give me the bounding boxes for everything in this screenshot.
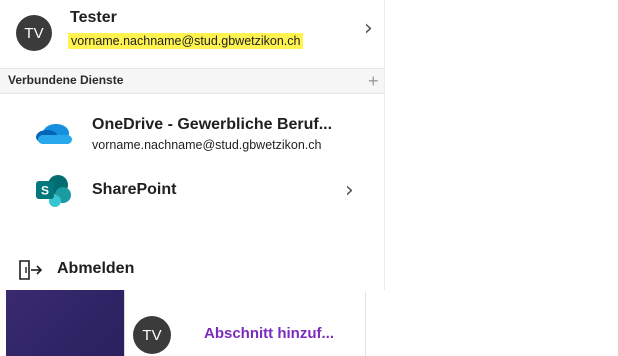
add-service-button[interactable]: + [368, 69, 384, 93]
section-background [6, 290, 124, 356]
service-item-sharepoint[interactable]: S SharePoint › [0, 168, 384, 216]
account-row[interactable]: TV Tester vorname.nachname@stud.gbwetzik… [0, 0, 384, 66]
svg-text:S: S [41, 184, 49, 198]
add-section-button[interactable]: Abschnitt hinzuf... [204, 325, 334, 342]
service-name: OneDrive - Gewerbliche Beruf... [92, 116, 333, 133]
section-title: Verbundene Dienste [8, 73, 124, 87]
account-email: vorname.nachname@stud.gbwetzikon.ch [68, 33, 304, 49]
chevron-right-icon: › [345, 178, 354, 203]
account-menu-panel: TV Tester vorname.nachname@stud.gbwetzik… [0, 0, 385, 290]
sign-out-button[interactable]: Abmelden [0, 252, 384, 288]
popover-pointer [140, 285, 164, 297]
connected-services-header: Verbundene Dienste + [0, 68, 384, 94]
account-avatar: TV [16, 15, 52, 51]
onedrive-icon [34, 120, 74, 151]
service-item-onedrive[interactable]: OneDrive - Gewerbliche Beruf... vorname.… [0, 110, 384, 158]
chevron-right-icon: › [364, 16, 373, 41]
profile-avatar-button[interactable]: TV [133, 316, 171, 354]
sign-out-label: Abmelden [57, 260, 135, 277]
divider [124, 290, 125, 356]
divider [365, 292, 366, 356]
account-name: Tester [70, 9, 117, 26]
service-account: vorname.nachname@stud.gbwetzikon.ch [92, 138, 322, 152]
service-name: SharePoint [92, 181, 177, 198]
sign-out-icon [18, 259, 44, 286]
sharepoint-icon: S [34, 173, 74, 214]
